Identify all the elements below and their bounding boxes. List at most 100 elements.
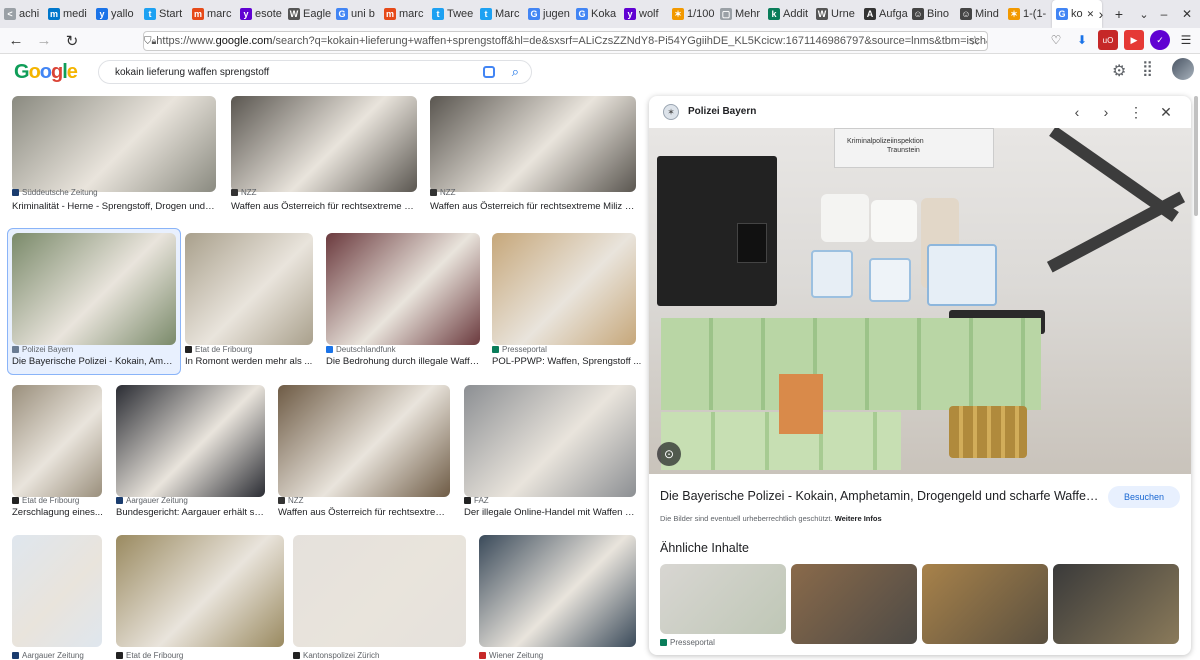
result-source[interactable]: Presseportal — [492, 345, 547, 354]
result-source[interactable]: Polizei Bayern — [12, 345, 73, 354]
related-thumb[interactable] — [922, 564, 1048, 644]
back-icon[interactable]: ← — [4, 30, 28, 52]
related-thumb[interactable] — [1053, 564, 1179, 644]
forward-icon[interactable]: → — [32, 30, 56, 52]
tab[interactable]: Guni b — [332, 0, 380, 28]
result-thumbnail[interactable] — [278, 385, 450, 497]
tab[interactable]: Gjugen — [524, 0, 572, 28]
tab[interactable]: W Urne — [812, 0, 860, 28]
tab[interactable]: ▢ Mehr — [716, 0, 764, 28]
search-box[interactable]: kokain lieferung waffen sprengstoff ⌕ — [98, 60, 532, 84]
new-tab-button[interactable]: + — [1108, 0, 1130, 28]
more-info-link[interactable]: Weitere Infos — [835, 514, 882, 523]
tab[interactable]: ☺ Bino — [908, 0, 956, 28]
result-thumbnail[interactable] — [231, 96, 417, 192]
result-thumbnail[interactable] — [12, 385, 102, 497]
address-bar[interactable]: ⛉ 🔒︎ https://www. google.com/search?q=kok… — [143, 31, 988, 51]
result-thumbnail[interactable] — [430, 96, 636, 192]
result-title[interactable]: Die Bayerische Polizei - Kokain, Amp... — [12, 356, 176, 367]
downloads-icon[interactable]: ⬇ — [1072, 30, 1092, 50]
result-title[interactable]: Bundesgericht: Aargauer erhält sei... — [116, 507, 266, 518]
avatar[interactable] — [1172, 58, 1194, 80]
tab[interactable]: y wolf — [620, 0, 668, 28]
result-source[interactable]: FAZ — [464, 496, 489, 505]
preview-image[interactable]: Kriminalpolizeiinspektion Traunstein ⊙ — [649, 128, 1191, 474]
reload-icon[interactable]: ↻ — [60, 30, 84, 52]
result-thumbnail[interactable] — [12, 96, 216, 192]
result-source[interactable]: NZZ — [278, 496, 304, 505]
shield-icon[interactable]: ⛉ — [144, 36, 152, 47]
related-thumb[interactable] — [791, 564, 917, 644]
result-thumbnail[interactable] — [326, 233, 480, 345]
result-thumbnail[interactable] — [479, 535, 636, 647]
result-source[interactable]: Etat de Fribourg — [185, 345, 252, 354]
result-title[interactable]: Die Bedrohung durch illegale Waffe... — [326, 356, 480, 367]
list-tabs-icon[interactable]: ⌄ — [1133, 0, 1155, 28]
extension-red-icon[interactable]: ▶ — [1124, 30, 1144, 50]
panel-title[interactable]: Die Bayerische Polizei - Kokain, Ampheta… — [660, 489, 1100, 503]
result-thumbnail[interactable] — [12, 233, 176, 345]
result-title[interactable]: Waffen aus Österreich für rechtsextreme … — [231, 201, 417, 212]
tab[interactable]: W Eagle — [284, 0, 332, 28]
tab[interactable]: ✶ 1-(1- — [1004, 0, 1052, 28]
extension-purple-icon[interactable]: ✓ — [1150, 30, 1170, 50]
scrollbar[interactable] — [1194, 96, 1198, 216]
result-thumbnail[interactable] — [116, 385, 265, 497]
next-image-icon[interactable]: › — [1095, 101, 1117, 123]
result-source[interactable]: Kantonspolizei Zürich — [293, 651, 379, 660]
result-title[interactable]: Kriminalität - Herne - Sprengstoff, Drog… — [12, 201, 216, 212]
tab[interactable]: y yallo — [92, 0, 140, 28]
result-source[interactable]: Wiener Zeitung — [479, 651, 543, 660]
ublock-extension-icon[interactable]: uO — [1098, 30, 1118, 50]
close-window-icon[interactable]: ✕ — [1178, 0, 1196, 28]
result-source[interactable]: Etat de Fribourg — [116, 651, 183, 660]
close-panel-icon[interactable]: ✕ — [1155, 101, 1177, 123]
result-thumbnail[interactable] — [12, 535, 102, 647]
tab[interactable]: m medi — [44, 0, 92, 28]
more-options-icon[interactable]: ⋮ — [1125, 101, 1147, 123]
tab[interactable]: < achi — [0, 0, 44, 28]
result-thumbnail[interactable] — [293, 535, 466, 647]
result-title[interactable]: Waffen aus Österreich für rechtsextreme … — [430, 201, 636, 212]
apps-grid-icon[interactable]: ⣿ — [1142, 59, 1153, 77]
app-menu-icon[interactable]: ☰ — [1176, 30, 1196, 50]
result-title[interactable]: Der illegale Online-Handel mit Waffen un… — [464, 507, 636, 518]
bookmark-star-icon[interactable]: ☆ — [969, 33, 981, 49]
minimize-window-icon[interactable]: – — [1155, 0, 1173, 28]
related-thumb[interactable] — [660, 564, 786, 634]
tab[interactable]: ☺ Mind — [956, 0, 1004, 28]
visit-button[interactable]: Besuchen — [1108, 486, 1180, 508]
search-input[interactable]: kokain lieferung waffen sprengstoff — [115, 67, 269, 78]
result-source[interactable]: Aargauer Zeitung — [12, 651, 84, 660]
result-thumbnail[interactable] — [185, 233, 313, 345]
result-thumbnail[interactable] — [492, 233, 636, 345]
tab[interactable]: t Twee — [428, 0, 476, 28]
tab[interactable]: m marc — [380, 0, 428, 28]
result-thumbnail[interactable] — [116, 535, 284, 647]
result-title[interactable]: Zerschlagung eines... — [12, 507, 112, 518]
camera-lens-icon[interactable] — [483, 66, 495, 78]
panel-source[interactable]: Polizei Bayern — [688, 106, 756, 117]
result-thumbnail[interactable] — [464, 385, 636, 497]
result-title[interactable]: In Romont werden mehr als ... — [185, 356, 335, 367]
pocket-icon[interactable]: ♡ — [1046, 30, 1066, 50]
tab[interactable]: ✶ 1/100 — [668, 0, 716, 28]
tab[interactable]: t Start — [140, 0, 188, 28]
tab[interactable]: t Marc — [476, 0, 524, 28]
result-source[interactable]: Deutschlandfunk — [326, 345, 396, 354]
tab[interactable]: m marc — [188, 0, 236, 28]
tab[interactable]: G Koka — [572, 0, 620, 28]
result-source[interactable]: Etat de Fribourg — [12, 496, 79, 505]
tab[interactable]: k Addit — [764, 0, 812, 28]
result-source[interactable]: Aargauer Zeitung — [116, 496, 188, 505]
tab[interactable]: A Aufga — [860, 0, 908, 28]
search-icon[interactable]: ⌕ — [512, 64, 519, 80]
tab[interactable]: y esote — [236, 0, 284, 28]
previous-image-icon[interactable]: ‹ — [1066, 101, 1088, 123]
result-source[interactable]: Süddeutsche Zeitung — [12, 188, 98, 197]
result-title[interactable]: POL-PPWP: Waffen, Sprengstoff ... — [492, 356, 642, 367]
settings-gear-icon[interactable]: ⚙ — [1112, 61, 1126, 81]
lens-search-icon[interactable]: ⊙ — [657, 442, 681, 466]
result-source[interactable]: NZZ — [231, 188, 257, 197]
result-source[interactable]: NZZ — [430, 188, 456, 197]
